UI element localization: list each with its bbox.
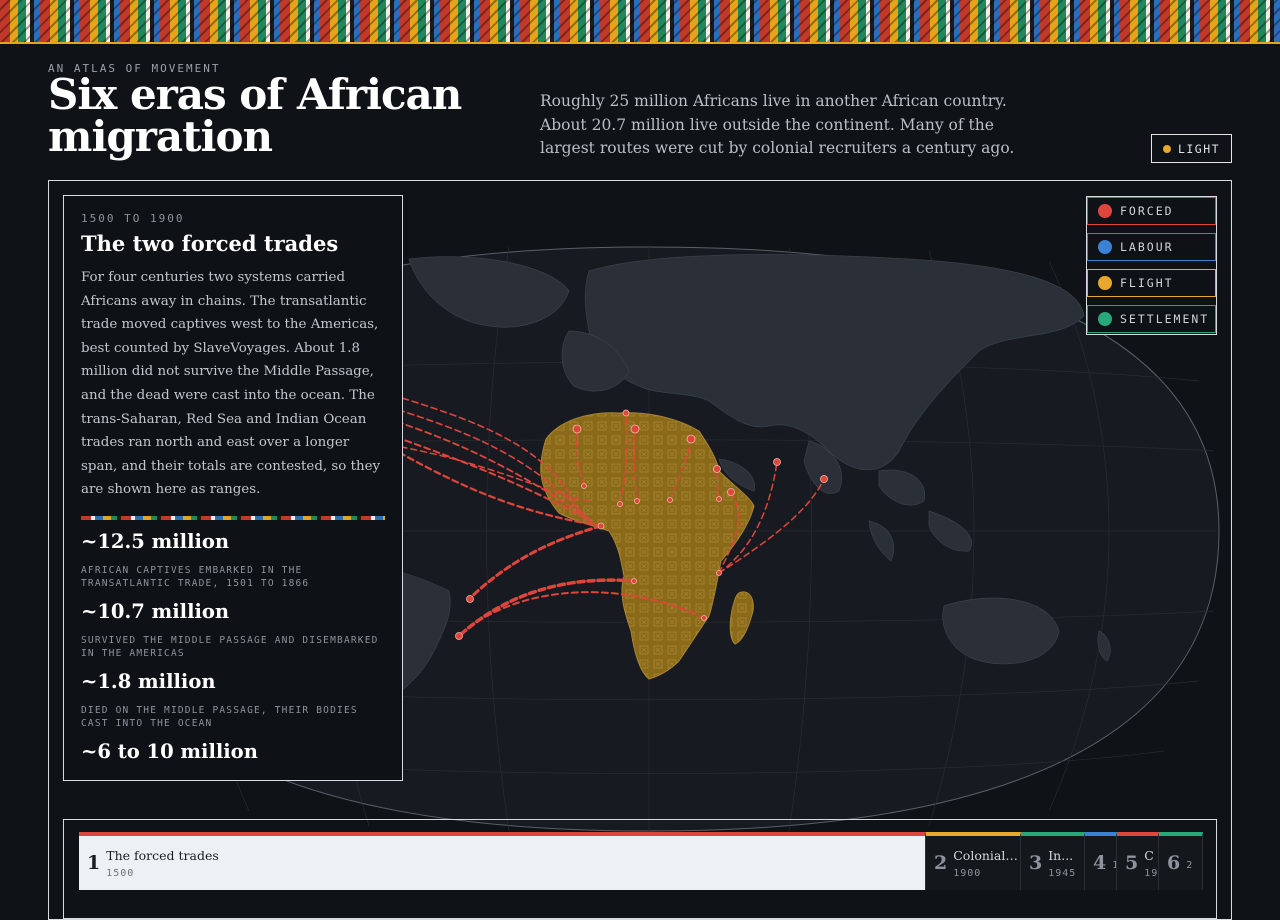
- era-range: 1500 TO 1900: [81, 212, 185, 225]
- stat-value: ~6 to 10 million: [81, 739, 258, 763]
- era-panel: 1500 TO 1900 The two forced trades For f…: [63, 195, 403, 781]
- era-number: 5: [1125, 852, 1139, 874]
- timeline-era-4[interactable]: 4 1: [1085, 832, 1117, 890]
- stat-block: ~10.7 million SURVIVED THE MIDDLE PASSAG…: [81, 598, 385, 660]
- era-year: 1: [1112, 860, 1116, 871]
- route-node: [773, 458, 781, 466]
- legend-label: FLIGHT: [1120, 276, 1174, 290]
- timeline-era-2[interactable]: 2 Colonial ... 1900: [926, 832, 1021, 890]
- era-title: The two forced trades: [81, 231, 339, 256]
- era-timeline: 1 The forced trades 1500 2 Colonial ... 19…: [63, 819, 1217, 919]
- stat-value: ~12.5 million: [81, 529, 230, 553]
- route-node: [455, 632, 463, 640]
- era-body: For four centuries two systems carried A…: [81, 270, 381, 498]
- route-node: [634, 498, 640, 504]
- era-number: 3: [1029, 852, 1043, 874]
- stat-label: DIED ON THE MIDDLE PASSAGE, THEIR BODIES…: [81, 704, 358, 729]
- theme-toggle-button[interactable]: LIGHT: [1151, 134, 1232, 163]
- map-frame: 1500 TO 1900 The two forced trades For f…: [48, 180, 1232, 920]
- route-node: [716, 496, 722, 502]
- stat-block: ~6 to 10 million: [81, 738, 385, 766]
- labour-dot-icon: [1098, 240, 1112, 254]
- route-node: [622, 409, 630, 417]
- stat-block: ~12.5 million AFRICAN CAPTIVES EMBARKED …: [81, 528, 385, 590]
- route-node: [667, 497, 673, 503]
- route-node: [716, 570, 722, 576]
- kente-divider: [81, 515, 385, 520]
- timeline-era-3[interactable]: 3 In... 1945: [1021, 832, 1085, 890]
- era-year: 2: [1186, 860, 1194, 871]
- stat-label: SURVIVED THE MIDDLE PASSAGE AND DISEMBAR…: [81, 634, 379, 659]
- kente-banner: [0, 0, 1280, 44]
- legend-item-labour[interactable]: LABOUR: [1087, 233, 1216, 261]
- era-number: 6: [1167, 852, 1181, 874]
- era-label: Colonial ...: [953, 847, 1020, 863]
- timeline-era-6[interactable]: 6 2: [1159, 832, 1203, 890]
- era-label: The forced trades: [106, 847, 219, 863]
- route-node: [630, 424, 640, 434]
- route-node: [581, 483, 587, 489]
- stat-value: ~10.7 million: [81, 599, 230, 623]
- legend-item-flight[interactable]: FLIGHT: [1087, 269, 1216, 297]
- route-node: [572, 424, 582, 434]
- stat-label: AFRICAN CAPTIVES EMBARKED IN THE TRANSAT…: [81, 564, 310, 589]
- era-number: 1: [87, 852, 101, 874]
- settlement-dot-icon: [1098, 312, 1112, 326]
- route-node: [701, 615, 707, 621]
- theme-toggle-label: LIGHT: [1177, 141, 1221, 156]
- era-year: 1945: [1048, 867, 1077, 879]
- legend-item-forced[interactable]: FORCED: [1087, 197, 1216, 225]
- legend-label: SETTLEMENT: [1120, 312, 1210, 326]
- route-node: [466, 595, 474, 603]
- era-year: 19: [1144, 867, 1158, 879]
- route-node: [686, 434, 696, 444]
- era-label: C: [1144, 847, 1154, 863]
- stat-value: ~1.8 million: [81, 669, 216, 693]
- era-label: In...: [1048, 847, 1074, 863]
- stat-block: ~1.8 million DIED ON THE MIDDLE PASSAGE,…: [81, 668, 385, 730]
- era-number: 2: [934, 852, 948, 874]
- era-year: 1500: [106, 867, 135, 879]
- flight-dot-icon: [1098, 276, 1112, 290]
- route-node: [820, 475, 828, 483]
- route-node: [727, 488, 735, 496]
- legend-item-settlement[interactable]: SETTLEMENT: [1087, 305, 1216, 333]
- legend-label: LABOUR: [1120, 240, 1174, 254]
- legend: FORCED LABOUR FLIGHT SETTLEMENT: [1086, 196, 1217, 335]
- page-title: Six eras of African migration: [48, 74, 462, 161]
- route-node: [713, 465, 721, 473]
- era-year: 1900: [953, 867, 982, 879]
- forced-dot-icon: [1098, 204, 1112, 218]
- intro-text: Roughly 25 million Africans live in anot…: [540, 92, 1015, 157]
- route-node: [631, 578, 637, 584]
- timeline-era-5[interactable]: 5 C 19: [1117, 832, 1159, 890]
- sun-icon: [1162, 144, 1171, 153]
- title-line-2: migration: [48, 112, 273, 161]
- timeline-track: 1 The forced trades 1500 2 Colonial ... 19…: [79, 832, 1203, 890]
- legend-label: FORCED: [1120, 204, 1174, 218]
- route-node: [597, 522, 605, 530]
- era-number: 4: [1093, 852, 1107, 874]
- route-node: [617, 501, 623, 507]
- timeline-era-1[interactable]: 1 The forced trades 1500: [79, 832, 926, 890]
